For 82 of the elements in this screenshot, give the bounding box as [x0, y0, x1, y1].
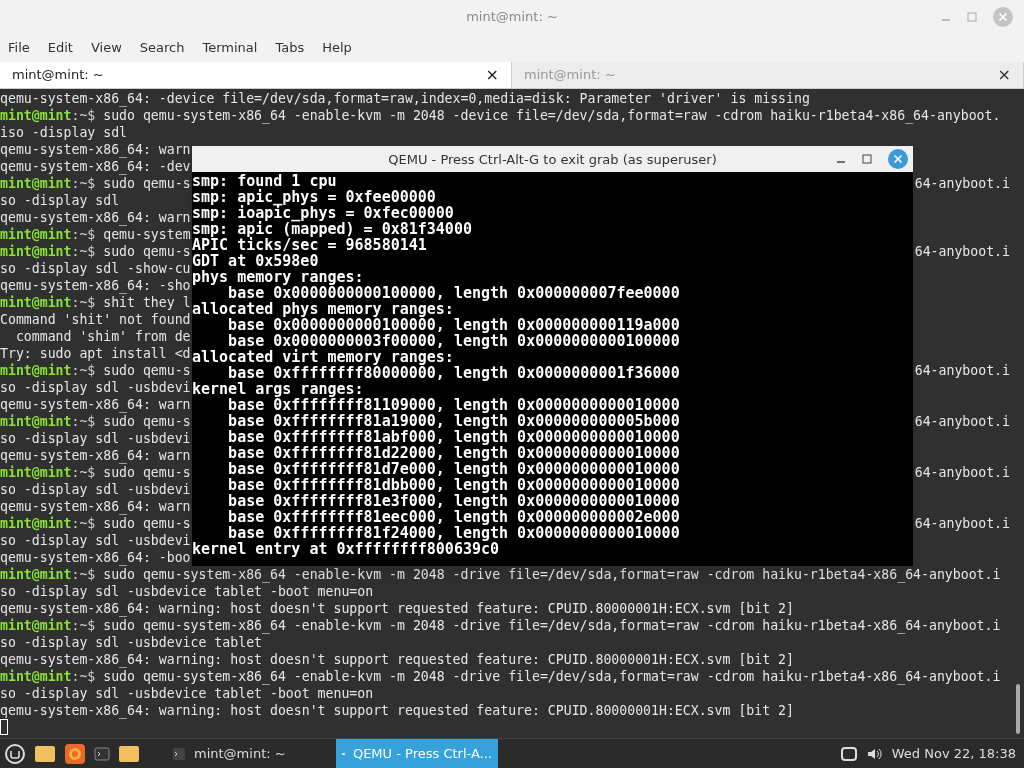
output-line: Try: sudo apt install <d: [0, 345, 191, 362]
command-line: mint@mint:~$ sudo qemu-s: [0, 413, 191, 430]
output-line: so -display sdl: [0, 192, 120, 209]
close-icon[interactable]: ×: [997, 63, 1011, 87]
console-line: base 0xffffffff81d7e000, length 0x0000000000010000: [227, 461, 680, 477]
output-line: 64-anyboot.i: [914, 175, 1010, 192]
output-line: so -display sdl -usbdevice tablet -boot menu=on: [0, 685, 374, 702]
console-line: base 0xffffffff81109000, length 0x0000000000010000: [227, 397, 680, 413]
output-line: qemu-system-x86_64: warning: host doesn't support requested feature: CPUID.80000001H:ECX.svm [bit 2]: [0, 600, 794, 617]
console-line: base 0xffffffff81d22000, length 0x0000000000010000: [227, 445, 680, 461]
clock[interactable]: Wed Nov 22, 18:38: [891, 743, 1020, 764]
command-line: mint@mint:~$ sudo qemu-s: [0, 243, 191, 260]
command-line: mint@mint:~$ shit they l: [0, 294, 191, 311]
console-line: base 0xffffffff81e3f000, length 0x0000000000010000: [227, 493, 680, 509]
output-line: 64-anyboot.i: [914, 362, 1010, 379]
console-line: smp: apic_phys = 0xfee00000: [192, 189, 436, 205]
console-line: base 0xffffffff81abf000, length 0x0000000000010000: [227, 429, 680, 445]
output-line: 64-anyboot.i: [914, 413, 1010, 430]
console-line: smp: apic (mapped) = 0x81f34000: [192, 221, 472, 237]
tab[interactable]: mint@mint: ~ ×: [0, 62, 512, 88]
output-line: qemu-system-x86_64: warn: [0, 209, 191, 226]
console-line: base 0xffffffff81a19000, length 0x000000000005b000: [227, 413, 680, 429]
menu-item[interactable]: Terminal: [202, 38, 258, 58]
output-line: so -display sdl -usbdevi: [0, 430, 191, 447]
console-line: APIC ticks/sec = 968580141: [192, 237, 427, 253]
output-line: qemu-system-x86_64: warn: [0, 141, 191, 158]
taskbar-window-button[interactable]: mint@mint: ~: [166, 738, 328, 768]
output-line: qemu-system-x86_64: -sho: [0, 277, 191, 294]
console-line: phys memory ranges:: [192, 269, 364, 285]
console-line: kernel entry at 0xffffffff800639c0: [192, 541, 500, 557]
command-line: mint@mint:~$ sudo qemu-s: [0, 362, 191, 379]
menu-item[interactable]: View: [90, 38, 122, 58]
console-line: base 0xffffffff81dbb000, length 0x0000000000010000: [227, 477, 680, 493]
output-line: qemu-system-x86_64: -dev: [0, 158, 191, 175]
command-line: mint@mint:~$ sudo qemu-s: [0, 515, 191, 532]
output-line: qemu-system-x86_64: warn: [0, 447, 191, 464]
console-line: base 0xffffffff81f24000, length 0x0000000000010000: [228, 525, 680, 541]
output-line: so -display sdl -show-cu: [0, 260, 191, 277]
console-line: base 0xffffffff80000000, length 0x0000000001f36000: [227, 365, 680, 381]
output-line: command 'shim' from de: [14, 328, 191, 345]
menu-item[interactable]: Edit: [47, 38, 73, 58]
console-line: smp: ioapic_phys = 0xfec00000: [192, 205, 454, 221]
close-icon[interactable]: ×: [485, 63, 499, 87]
console-line: kernel args ranges:: [192, 381, 364, 397]
output-line: 64-anyboot.i: [914, 464, 1010, 481]
command-line: mint@mint:~$ qemu-system: [0, 226, 191, 243]
output-line: qemu-system-x86_64: warn: [0, 396, 191, 413]
output-line: so -display sdl -usbdevi: [0, 532, 191, 549]
output-line: qemu-system-x86_64: warning: host doesn't support requested feature: CPUID.80000001H:ECX.svm [bit 2]: [0, 702, 794, 719]
console-line: GDT at 0x598e0: [192, 253, 319, 269]
output-line: so -display sdl -usbdevice tablet: [0, 634, 262, 651]
output-line: qemu-system-x86_64: -boo: [0, 549, 191, 566]
output-line: so -display sdl -usbdevice tablet -boot menu=on: [0, 583, 374, 600]
menu-item[interactable]: Tabs: [275, 38, 305, 58]
console-line: base 0x0000000003f00000, length 0x0000000000100000: [227, 333, 680, 349]
command-line: mint@mint:~$ sudo qemu-system-x86_64 -enable-kvm -m 2048 -device file=/dev/sda,format=raw -cdrom haiku-r1beta4-x86_64-anyboot.: [0, 107, 1001, 124]
command-line: mint@mint:~$ sudo qemu-s: [0, 464, 191, 481]
output-line: 64-anyboot.i: [914, 243, 1010, 260]
output-line: qemu-system-x86_64: -device file=/dev/sda,format=raw,index=0,media=disk: Parameter 'driver' is missing: [0, 90, 810, 107]
output-line: Command 'shit' not found: [0, 311, 191, 328]
console-line: allocated phys memory ranges:: [192, 301, 454, 317]
console-line: base 0x0000000000100000, length 0x000000007fee0000: [227, 285, 680, 301]
output-line: qemu-system-x86_64: warning: host doesn't support requested feature: CPUID.80000001H:ECX.svm [bit 2]: [0, 651, 794, 668]
command-line: mint@mint:~$ sudo qemu-s: [0, 175, 191, 192]
command-line: mint@mint:~$ sudo qemu-system-x86_64 -enable-kvm -m 2048 -drive file=/dev/sda,format=raw -cdrom haiku-r1beta4-x86_64-anyboot.i: [0, 668, 1001, 685]
output-line: qemu-system-x86_64: warn: [0, 498, 191, 515]
output-line: so -display sdl -usbdevi: [0, 379, 191, 396]
window-title: QEMU - Press Ctrl-Alt-G to exit grab (as superuser): [388, 150, 717, 168]
window-title: mint@mint: ~: [466, 8, 558, 27]
output-line: so -display sdl -usbdevi: [0, 481, 191, 498]
output-line: 64-anyboot.i: [914, 515, 1010, 532]
command-line: mint@mint:~$ sudo qemu-system-x86_64 -enable-kvm -m 2048 -drive file=/dev/sda,format=raw -cdrom haiku-r1beta4-x86_64-anyboot.i: [0, 617, 1001, 634]
output-line: iso -display sdl: [0, 124, 128, 141]
console-line: smp: found 1 cpu: [192, 173, 337, 189]
command-line: mint@mint:~$ sudo qemu-system-x86_64 -enable-kvm -m 2048 -drive file=/dev/sda,format=raw -cdrom haiku-r1beta4-x86_64-anyboot.i: [0, 566, 1001, 583]
menu-item[interactable]: Search: [139, 38, 185, 58]
console-line: base 0xffffffff81eec000, length 0x000000000002e000: [227, 509, 680, 525]
console-line: allocated virt memory ranges:: [192, 349, 454, 365]
tab[interactable]: mint@mint: ~ ×: [512, 62, 1024, 88]
menu-item[interactable]: Help: [322, 38, 352, 58]
console-line: base 0x0000000000100000, length 0x000000000119a000: [227, 317, 680, 333]
menu-item[interactable]: File: [8, 38, 30, 58]
